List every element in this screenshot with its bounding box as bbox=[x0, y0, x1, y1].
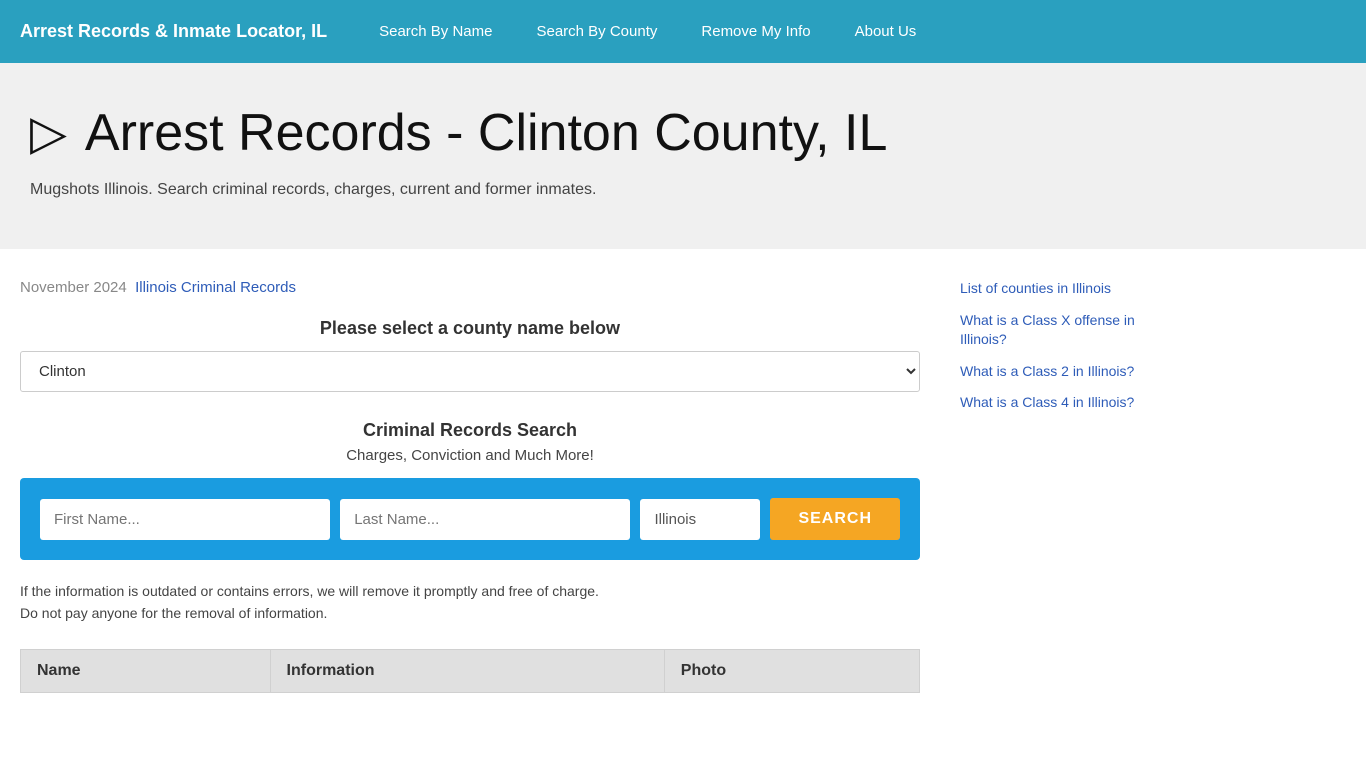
sidebar-link-class-x[interactable]: What is a Class X offense in Illinois? bbox=[960, 311, 1180, 350]
county-select[interactable]: AdamsAlexanderBondBooneBrownBureauCalhou… bbox=[20, 351, 920, 392]
search-title: Criminal Records Search bbox=[20, 420, 920, 441]
play-icon: ▷ bbox=[30, 105, 67, 161]
results-table: Name Information Photo bbox=[20, 649, 920, 693]
nav-brand[interactable]: Arrest Records & Inmate Locator, IL bbox=[20, 21, 327, 42]
date-text: November 2024 bbox=[20, 279, 127, 296]
disclaimer: If the information is outdated or contai… bbox=[20, 580, 920, 625]
nav-links: Search By Name Search By County Remove M… bbox=[357, 0, 938, 63]
navbar: Arrest Records & Inmate Locator, IL Sear… bbox=[0, 0, 1366, 63]
state-input[interactable] bbox=[640, 499, 760, 540]
last-name-input[interactable] bbox=[340, 499, 630, 540]
sidebar-link-class-4[interactable]: What is a Class 4 in Illinois? bbox=[960, 393, 1180, 413]
search-section: Criminal Records Search Charges, Convict… bbox=[20, 420, 920, 560]
col-name: Name bbox=[21, 649, 271, 692]
table-header-row: Name Information Photo bbox=[21, 649, 920, 692]
sidebar-link-list-counties[interactable]: List of counties in Illinois bbox=[960, 279, 1180, 299]
nav-link-about-us[interactable]: About Us bbox=[833, 0, 939, 63]
county-section: Please select a county name below AdamsA… bbox=[20, 318, 920, 392]
col-photo: Photo bbox=[664, 649, 919, 692]
first-name-input[interactable] bbox=[40, 499, 330, 540]
nav-link-search-by-name[interactable]: Search By Name bbox=[357, 0, 514, 63]
search-box: SEARCH bbox=[20, 478, 920, 560]
sidebar: List of counties in Illinois What is a C… bbox=[920, 279, 1180, 693]
content-area: November 2024 Illinois Criminal Records … bbox=[20, 279, 920, 693]
hero-section: ▷ Arrest Records - Clinton County, IL Mu… bbox=[0, 63, 1366, 249]
sidebar-link-class-2[interactable]: What is a Class 2 in Illinois? bbox=[960, 362, 1180, 382]
search-button[interactable]: SEARCH bbox=[770, 498, 900, 540]
search-subtitle: Charges, Conviction and Much More! bbox=[20, 447, 920, 464]
col-information: Information bbox=[270, 649, 664, 692]
hero-title: ▷ Arrest Records - Clinton County, IL bbox=[30, 103, 1336, 163]
il-criminal-records-link[interactable]: Illinois Criminal Records bbox=[135, 279, 296, 296]
hero-subtitle: Mugshots Illinois. Search criminal recor… bbox=[30, 181, 1336, 199]
date-line: November 2024 Illinois Criminal Records bbox=[20, 279, 920, 296]
nav-link-search-by-county[interactable]: Search By County bbox=[514, 0, 679, 63]
hero-title-text: Arrest Records - Clinton County, IL bbox=[85, 103, 887, 163]
nav-link-remove-my-info[interactable]: Remove My Info bbox=[679, 0, 832, 63]
county-label: Please select a county name below bbox=[20, 318, 920, 339]
main-wrapper: November 2024 Illinois Criminal Records … bbox=[0, 249, 1366, 713]
